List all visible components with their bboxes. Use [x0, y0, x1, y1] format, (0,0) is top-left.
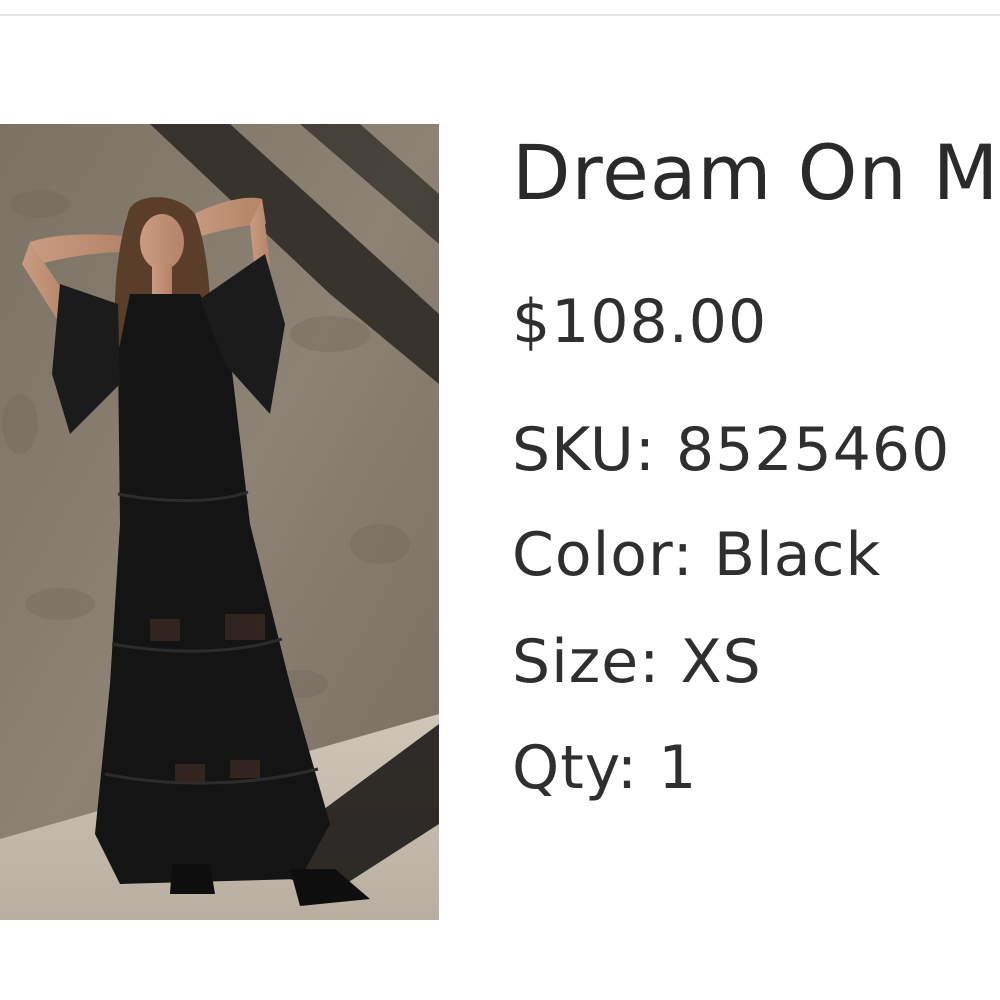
sku-row: SKU: 8525460	[512, 420, 950, 480]
product-price: $108.00	[512, 287, 768, 357]
color-row: Color: Black	[512, 525, 881, 585]
size-label: Size:	[512, 627, 661, 697]
sku-label: SKU:	[512, 415, 656, 485]
product-photo[interactable]	[0, 124, 439, 920]
qty-value: 1	[658, 733, 698, 803]
product-photo-art	[0, 124, 439, 920]
color-value: Black	[713, 520, 882, 590]
product-name[interactable]: Dream On M	[512, 135, 999, 211]
qty-label: Qty:	[512, 733, 639, 803]
color-label: Color:	[512, 520, 694, 590]
product-details: Dream On M $108.00 SKU: 8525460 Color: B…	[512, 0, 1000, 1000]
size-row: Size: XS	[512, 632, 762, 692]
size-value: XS	[680, 627, 762, 697]
sku-value: 8525460	[676, 415, 951, 485]
qty-row: Qty: 1	[512, 738, 697, 798]
